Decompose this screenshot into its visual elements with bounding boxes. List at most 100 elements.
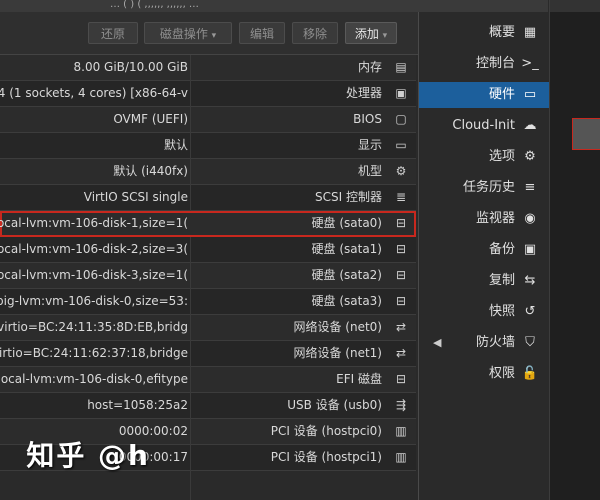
row-value: local-lvm:vm-106-disk-2,size=3( bbox=[0, 237, 188, 262]
row-value: 8.00 GiB/10.00 GiB bbox=[0, 55, 188, 80]
row-value-text: host=1058:25a2 bbox=[87, 398, 188, 412]
row-value-text: 4 (1 sockets, 4 cores) [x86-64-v bbox=[0, 86, 188, 100]
row-value-text: 8.00 GiB/10.00 GiB bbox=[73, 60, 188, 74]
nav-item-label: 概要 bbox=[488, 25, 515, 40]
right-side-panel bbox=[549, 0, 600, 500]
row-value-text: 默认 (i440fx) bbox=[113, 164, 188, 178]
nav-item-label: 复制 bbox=[488, 273, 515, 288]
table-row[interactable]: OVMF (UEFI) BIOS ▢ bbox=[0, 107, 416, 133]
disk-icon: ⊟ bbox=[395, 216, 407, 230]
row-label: PCI 设备 (hostpci1) bbox=[270, 450, 382, 464]
vm-nav-sidebar: 概要 ▦ 控制台 >_ 硬件 ▭ Cloud-Init ☁ 选项 ⚙ 任务历史 ≡ 监视器 ◉ 备份 ▣ 复制 ⇆… bbox=[418, 12, 549, 500]
nav-item-3[interactable]: 硬件 ▭ bbox=[419, 82, 549, 108]
table-row[interactable]: local-lvm:vm-106-disk-3,size=1( 硬盘 (sata2… bbox=[0, 263, 416, 289]
remove-button[interactable]: 移除 bbox=[292, 22, 338, 44]
cpu-icon: ▣ bbox=[395, 86, 407, 100]
column-divider bbox=[190, 55, 191, 500]
nav-item-8[interactable]: 备份 ▣ bbox=[419, 237, 549, 263]
row-label: 网络设备 (net0) bbox=[293, 320, 382, 334]
console-icon: >_ bbox=[521, 56, 539, 71]
network-icon: ⇄ bbox=[395, 320, 407, 334]
row-value-text: OVMF (UEFI) bbox=[113, 112, 188, 126]
nav-item-label: 选项 bbox=[488, 149, 515, 164]
save-icon: ▣ bbox=[523, 242, 537, 257]
nav-item-4[interactable]: Cloud-Init ☁ bbox=[419, 113, 549, 139]
nav-item-1[interactable]: 概要 ▦ bbox=[419, 20, 549, 46]
hardware-toolbar: 添加 ▾ 移除 编辑 磁盘操作 ▾ 还原 bbox=[0, 12, 418, 55]
network-icon: ⇄ bbox=[395, 346, 407, 360]
nav-item-10[interactable]: 快照 ↺ bbox=[419, 299, 549, 325]
nav-item-7[interactable]: 监视器 ◉ bbox=[419, 206, 549, 232]
table-row[interactable]: local-lvm:vm-106-disk-0,efitype EFI 磁盘 ⊟ bbox=[0, 367, 416, 393]
table-row[interactable]: 默认 (i440fx) 机型 ⚙ bbox=[0, 159, 416, 185]
disk-action-button-label: 磁盘操作 bbox=[159, 27, 208, 41]
summary-icon: ▦ bbox=[523, 25, 537, 40]
table-row[interactable]: 4 (1 sockets, 4 cores) [x86-64-v 处理器 ▣ bbox=[0, 81, 416, 107]
list-icon: ≡ bbox=[524, 180, 536, 195]
row-value: virtio=BC:24:11:62:37:18,bridge bbox=[0, 341, 188, 366]
row-value-text: virtio=BC:24:11:35:8D:EB,bridg bbox=[0, 320, 188, 334]
edit-button[interactable]: 编辑 bbox=[239, 22, 285, 44]
nav-item-5[interactable]: 选项 ⚙ bbox=[419, 144, 549, 170]
row-value: local-lvm:vm-106-disk-0,efitype bbox=[0, 367, 188, 392]
row-value: virtio=BC:24:11:35:8D:EB,bridg bbox=[0, 315, 188, 340]
table-row[interactable]: big-lvm:vm-106-disk-0,size=53: 硬盘 (sata3)… bbox=[0, 289, 416, 315]
edit-button-label: 编辑 bbox=[249, 27, 274, 41]
expand-caret-icon[interactable]: ◀ bbox=[433, 330, 441, 356]
row-label: EFI 磁盘 bbox=[336, 372, 382, 386]
nav-item-12[interactable]: 权限 🔓 bbox=[419, 361, 549, 387]
nav-item-label: 权限 bbox=[488, 366, 515, 381]
shield-icon: ⛉ bbox=[525, 335, 535, 350]
table-row[interactable]: local-lvm:vm-106-disk-1,size=1(硬盘 (sata0… bbox=[0, 211, 416, 237]
display-icon: ▭ bbox=[395, 138, 407, 152]
disk-icon: ⊟ bbox=[395, 294, 407, 308]
table-row[interactable]: virtio=BC:24:11:35:8D:EB,bridg 网络设备 (net0… bbox=[0, 315, 416, 341]
panel-header bbox=[550, 0, 600, 12]
nav-item-label: 备份 bbox=[488, 242, 515, 257]
row-label: 显示 bbox=[357, 138, 382, 152]
nav-item-6[interactable]: 任务历史 ≡ bbox=[419, 175, 549, 201]
row-label: 处理器 bbox=[345, 86, 382, 100]
row-label: USB 设备 (usb0) bbox=[287, 398, 382, 412]
chevron-down-icon: ▾ bbox=[382, 31, 388, 41]
monitor-icon: ▭ bbox=[523, 87, 537, 102]
row-label: 机型 bbox=[357, 164, 382, 178]
row-label: 硬盘 (sata2) bbox=[311, 268, 382, 282]
row-value-text: VirtIO SCSI single bbox=[83, 190, 188, 204]
row-value: local-lvm:vm-106-disk-3,size=1( bbox=[0, 263, 188, 288]
nav-item-label: Cloud-Init bbox=[452, 118, 515, 133]
row-label: SCSI 控制器 bbox=[315, 190, 382, 204]
disk-action-button[interactable]: 磁盘操作 ▾ bbox=[144, 22, 232, 44]
disk-icon: ⊟ bbox=[395, 268, 407, 282]
row-label: BIOS bbox=[353, 112, 382, 126]
row-value: OVMF (UEFI) bbox=[0, 107, 188, 132]
row-label: 硬盘 (sata0) bbox=[311, 216, 382, 230]
table-row[interactable]: 8.00 GiB/10.00 GiB 内存 ▤ bbox=[0, 55, 416, 81]
row-label: 硬盘 (sata3) bbox=[311, 294, 382, 308]
add-button[interactable]: 添加 ▾ bbox=[345, 22, 397, 44]
proxmox-vm-hardware-view: … ( ) ( ,,,,,, ,,,,,, … 添加 ▾ 移除 编辑 磁盘操作 … bbox=[0, 0, 600, 500]
row-label: 硬盘 (sata1) bbox=[311, 242, 382, 256]
revert-button[interactable]: 还原 bbox=[88, 22, 138, 44]
bios-icon: ▢ bbox=[395, 112, 407, 126]
add-button-label: 添加 bbox=[354, 27, 379, 41]
gear-icon: ⚙ bbox=[524, 149, 536, 164]
nav-item-label: 控制台 bbox=[475, 56, 515, 71]
table-row[interactable]: 默认 显示 ▭ bbox=[0, 133, 416, 159]
nav-item-11[interactable]: 防火墙 ⛉ ◀ bbox=[419, 330, 549, 356]
table-row[interactable]: host=1058:25a2 USB 设备 (usb0) ⇶ bbox=[0, 393, 416, 419]
table-row[interactable]: virtio=BC:24:11:62:37:18,bridge 网络设备 (net… bbox=[0, 341, 416, 367]
table-row[interactable]: VirtIO SCSI single SCSI 控制器 ≣ bbox=[0, 185, 416, 211]
cloud-icon: ☁ bbox=[523, 118, 537, 133]
nav-item-label: 硬件 bbox=[488, 87, 515, 102]
nav-item-2[interactable]: 控制台 >_ bbox=[419, 51, 549, 77]
database-icon: ≣ bbox=[395, 190, 407, 204]
row-value-text: 默认 bbox=[163, 138, 188, 152]
row-label: 内存 bbox=[357, 60, 382, 74]
table-row[interactable]: local-lvm:vm-106-disk-2,size=3( 硬盘 (sata1… bbox=[0, 237, 416, 263]
row-value: 默认 (i440fx) bbox=[0, 159, 188, 184]
nav-item-9[interactable]: 复制 ⇆ bbox=[419, 268, 549, 294]
unlock-icon: 🔓 bbox=[521, 366, 539, 381]
collapse-handle[interactable] bbox=[572, 118, 600, 150]
usb-icon: ⇶ bbox=[395, 398, 407, 412]
